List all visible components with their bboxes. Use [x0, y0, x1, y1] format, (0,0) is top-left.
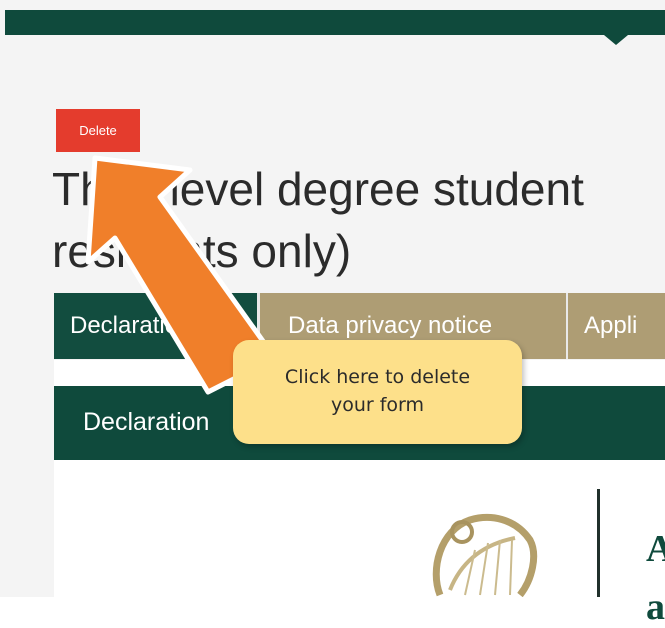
- callout-text-line-1: Click here to delete: [284, 366, 471, 389]
- arrow-icon: [85, 155, 278, 395]
- help-callout: Click here to delete your form: [233, 340, 522, 444]
- callout-text-line-2: your form: [330, 394, 425, 416]
